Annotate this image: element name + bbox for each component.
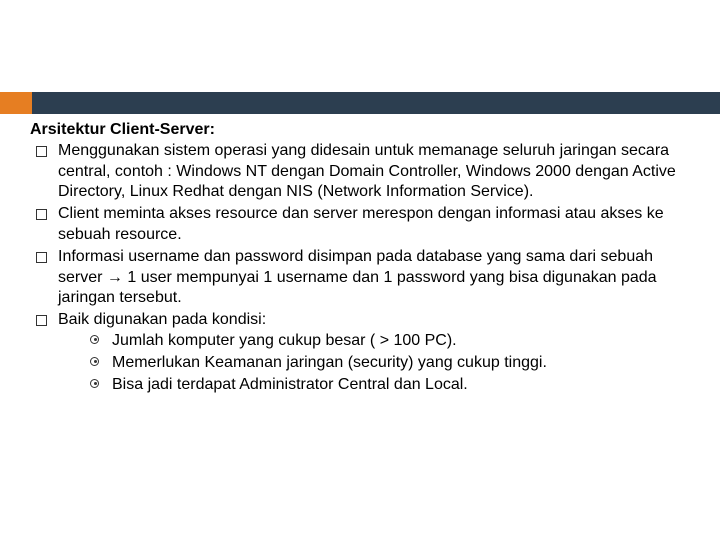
slide: Arsitektur Client-Server: Menggunakan si… [0,0,720,540]
list-item-text: Memerlukan Keamanan jaringan (security) … [112,354,547,371]
heading: Arsitektur Client-Server: [30,120,690,141]
list-item: Baik digunakan pada kondisi: Jumlah komp… [30,310,690,395]
list-item-text: Client meminta akses resource dan server… [58,205,664,243]
list-item: Menggunakan sistem operasi yang didesain… [30,141,690,203]
list-item: Client meminta akses resource dan server… [30,204,690,246]
bullet-list: Menggunakan sistem operasi yang didesain… [30,141,690,396]
content-area: Arsitektur Client-Server: Menggunakan si… [30,120,690,396]
list-item-text: Jumlah komputer yang cukup besar ( > 100… [112,332,457,349]
list-item: Informasi username dan password disimpan… [30,247,690,309]
list-item-text: Informasi username dan password disimpan… [58,248,657,307]
top-bar [0,92,720,114]
list-item: Bisa jadi terdapat Administrator Central… [88,375,690,396]
list-item: Jumlah komputer yang cukup besar ( > 100… [88,331,690,352]
list-item-text: Menggunakan sistem operasi yang didesain… [58,142,676,201]
sub-bullet-list: Jumlah komputer yang cukup besar ( > 100… [58,331,690,395]
list-item-text: Baik digunakan pada kondisi: [58,311,266,328]
accent-block [0,92,32,114]
list-item-text: Bisa jadi terdapat Administrator Central… [112,376,468,393]
list-item: Memerlukan Keamanan jaringan (security) … [88,353,690,374]
